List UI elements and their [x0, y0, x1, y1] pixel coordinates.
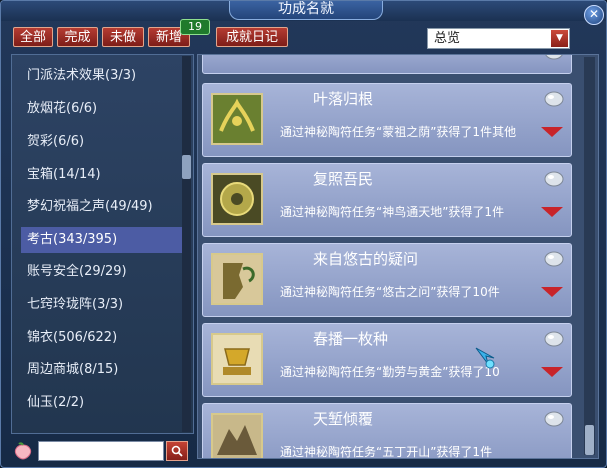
category-item[interactable]: 账号安全(29/29)	[21, 259, 183, 285]
achievement-icon	[211, 413, 263, 458]
achievement-name: 叶落归根	[313, 90, 374, 108]
achievement-card[interactable]: 复照吾民 通过神秘陶符任务“神鸟通天地”获得了1件	[202, 163, 572, 237]
pearl-icon	[544, 251, 564, 267]
pearl-icon	[544, 331, 564, 347]
category-item[interactable]: 七窍玲珑阵(3/3)	[21, 292, 183, 318]
expand-arrow-icon[interactable]	[541, 127, 563, 137]
peach-icon	[14, 442, 32, 460]
category-scroll-thumb[interactable]	[182, 155, 191, 179]
category-item[interactable]: 门派法术效果(3/3)	[21, 63, 183, 89]
achievement-description: 通过神秘陶符任务“悠古之问”获得了10件	[280, 285, 500, 299]
expand-arrow-icon[interactable]	[541, 207, 563, 217]
overview-dropdown[interactable]: 总览 ▼	[427, 28, 570, 49]
dropdown-arrow-icon[interactable]: ▼	[551, 30, 568, 47]
achievement-scroll-thumb[interactable]	[585, 425, 594, 455]
search-button[interactable]	[166, 441, 188, 461]
expand-arrow-icon[interactable]	[541, 287, 563, 297]
category-item[interactable]: 宝箱(14/14)	[21, 162, 183, 188]
category-item[interactable]: 放烟花(6/6)	[21, 96, 183, 122]
window-title: 功成名就	[229, 1, 383, 20]
category-item[interactable]: 锦衣(506/622)	[21, 325, 183, 351]
category-scrollbar[interactable]	[182, 56, 191, 432]
search-icon	[171, 445, 183, 457]
achievement-diary-button[interactable]: 成就日记	[216, 27, 288, 47]
category-item-selected[interactable]: 考古(343/395)	[21, 227, 183, 253]
achievement-card-partial[interactable]	[202, 55, 572, 74]
close-button[interactable]: ✕	[584, 5, 604, 25]
expand-arrow-icon[interactable]	[541, 367, 563, 377]
achievement-card[interactable]: 天堑倾覆 通过神秘陶符任务“五丁开山”获得了1件	[202, 403, 572, 459]
category-item[interactable]: 仙玉(2/2)	[21, 390, 183, 416]
achievement-description: 通过神秘陶符任务“勤劳与黄金”获得了10	[280, 365, 500, 379]
achievement-icon	[211, 253, 263, 305]
achievement-scrollbar[interactable]	[584, 57, 595, 455]
tab-completed[interactable]: 完成	[57, 27, 98, 47]
pearl-icon	[544, 171, 564, 187]
achievement-card[interactable]: 叶落归根 通过神秘陶符任务“蒙祖之荫”获得了1件其他	[202, 83, 572, 157]
achievement-description: 通过神秘陶符任务“蒙祖之荫”获得了1件其他	[280, 125, 517, 139]
achievement-icon	[211, 93, 263, 145]
achievement-name: 来自悠古的疑问	[313, 250, 419, 268]
game-cursor-icon	[475, 347, 495, 369]
achievement-icon	[211, 333, 263, 385]
achievement-name: 天堑倾覆	[313, 410, 374, 428]
pearl-icon	[544, 91, 564, 107]
category-item[interactable]: 贺彩(6/6)	[21, 129, 183, 155]
achievement-name: 复照吾民	[313, 170, 374, 188]
achievement-description: 通过神秘陶符任务“五丁开山”获得了1件	[280, 445, 493, 459]
achievement-icon	[211, 173, 263, 225]
achievement-card[interactable]: 春播一枚种 通过神秘陶符任务“勤劳与黄金”获得了10	[202, 323, 572, 397]
pearl-icon	[544, 411, 564, 427]
pearl-icon	[545, 55, 563, 60]
search-input[interactable]	[38, 441, 164, 461]
new-count-badge: 19	[180, 19, 210, 35]
tab-all[interactable]: 全部	[13, 27, 53, 47]
achievement-description: 通过神秘陶符任务“神鸟通天地”获得了1件	[280, 205, 505, 219]
tab-undone[interactable]: 未做	[102, 27, 144, 47]
achievement-card[interactable]: 来自悠古的疑问 通过神秘陶符任务“悠古之问”获得了10件	[202, 243, 572, 317]
category-item[interactable]: 周边商城(8/15)	[21, 357, 183, 383]
achievement-list: 叶落归根 通过神秘陶符任务“蒙祖之荫”获得了1件其他 复照吾民 通过神秘陶符任务…	[197, 54, 599, 459]
category-list: 门派法术效果(3/3) 放烟花(6/6) 贺彩(6/6) 宝箱(14/14) 梦…	[11, 54, 194, 434]
dropdown-value: 总览	[434, 31, 461, 46]
category-item[interactable]: 梦幻祝福之声(49/49)	[21, 194, 183, 220]
achievement-window: 功成名就 ✕ 全部 完成 未做 新增 19 成就日记 总览 ▼ 门派法术效果(3…	[0, 0, 607, 468]
close-icon: ✕	[588, 7, 600, 21]
